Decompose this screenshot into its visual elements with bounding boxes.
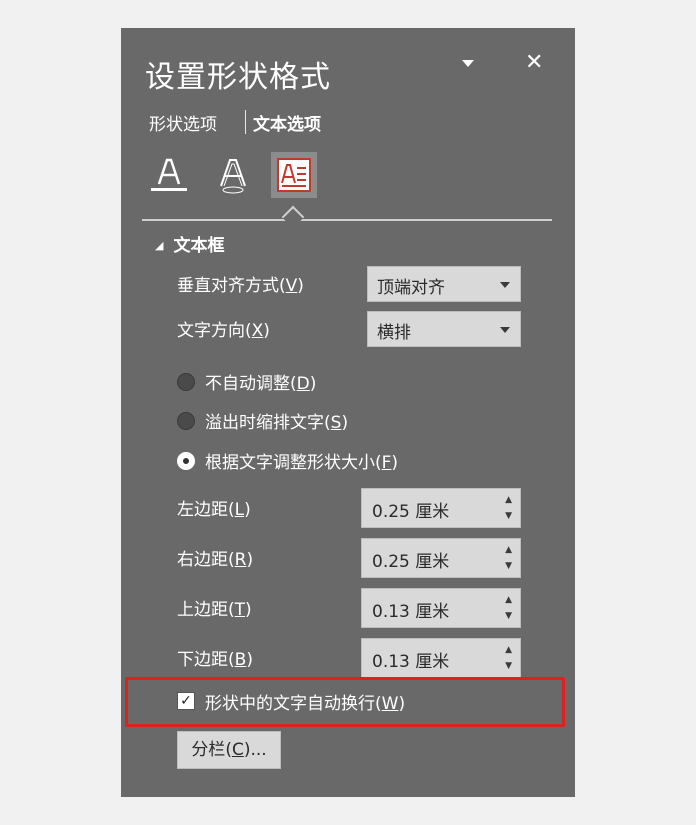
text-fill-outline-icon[interactable] (149, 154, 189, 198)
radio-no-autofit[interactable] (177, 373, 195, 391)
stepper-down-icon[interactable]: ▼ (505, 612, 512, 621)
top-margin-stepper[interactable]: 0.13 厘米 ▲ ▼ (361, 588, 521, 628)
active-icon-pointer (281, 205, 305, 229)
stepper-up-icon[interactable]: ▲ (505, 596, 512, 605)
chevron-down-icon (500, 282, 510, 288)
right-margin-value: 0.25 厘米 (372, 552, 450, 572)
radio-resize-shape[interactable] (177, 452, 195, 470)
top-margin-label: 上边距(T) (177, 600, 252, 620)
top-margin-value: 0.13 厘米 (372, 602, 450, 622)
tab-shape-options[interactable]: 形状选项 (149, 110, 217, 135)
tab-text-options[interactable]: 文本选项 (253, 110, 321, 135)
columns-button[interactable]: 分栏(C)... (177, 731, 281, 769)
stepper-down-icon[interactable]: ▼ (505, 512, 512, 521)
radio-resize-shape-label[interactable]: 根据文字调整形状大小(F) (205, 448, 398, 473)
wrap-text-highlight-box (125, 677, 565, 727)
text-direction-select[interactable]: 横排 (367, 311, 521, 347)
bottom-margin-label: 下边距(B) (177, 650, 253, 670)
tab-divider (245, 110, 246, 134)
vertical-align-select[interactable]: 顶端对齐 (367, 266, 521, 302)
stepper-down-icon[interactable]: ▼ (505, 662, 512, 671)
chevron-down-icon (500, 327, 510, 333)
stepper-down-icon[interactable]: ▼ (505, 562, 512, 571)
chevron-down-icon[interactable] (461, 54, 475, 73)
left-margin-value: 0.25 厘米 (372, 502, 450, 522)
right-margin-stepper[interactable]: 0.25 厘米 ▲ ▼ (361, 538, 521, 578)
radio-shrink-on-overflow[interactable] (177, 412, 195, 430)
left-margin-stepper[interactable]: 0.25 厘米 ▲ ▼ (361, 488, 521, 528)
panel-title: 设置形状格式 (145, 60, 331, 95)
vertical-align-label: 垂直对齐方式(V) (177, 276, 304, 296)
vertical-align-value: 顶端对齐 (377, 278, 445, 298)
bottom-margin-value: 0.13 厘米 (372, 652, 450, 672)
left-margin-label: 左边距(L) (177, 500, 251, 520)
textbox-icon[interactable] (271, 152, 317, 198)
collapse-triangle-icon: ◢ (155, 239, 164, 252)
bottom-margin-stepper[interactable]: 0.13 厘米 ▲ ▼ (361, 638, 521, 678)
text-direction-value: 横排 (377, 323, 411, 343)
icon-row-divider (142, 219, 552, 221)
stepper-up-icon[interactable]: ▲ (505, 646, 512, 655)
radio-shrink-on-overflow-label[interactable]: 溢出时缩排文字(S) (205, 408, 348, 433)
close-icon[interactable]: ✕ (525, 50, 543, 75)
stepper-up-icon[interactable]: ▲ (505, 546, 512, 555)
section-textbox-header[interactable]: ◢ 文本框 (155, 231, 224, 256)
section-title: 文本框 (173, 236, 225, 256)
stepper-up-icon[interactable]: ▲ (505, 496, 512, 505)
right-margin-label: 右边距(R) (177, 550, 254, 570)
text-effects-icon[interactable] (215, 154, 251, 200)
text-direction-label: 文字方向(X) (177, 321, 270, 341)
radio-no-autofit-label[interactable]: 不自动调整(D) (205, 369, 316, 394)
